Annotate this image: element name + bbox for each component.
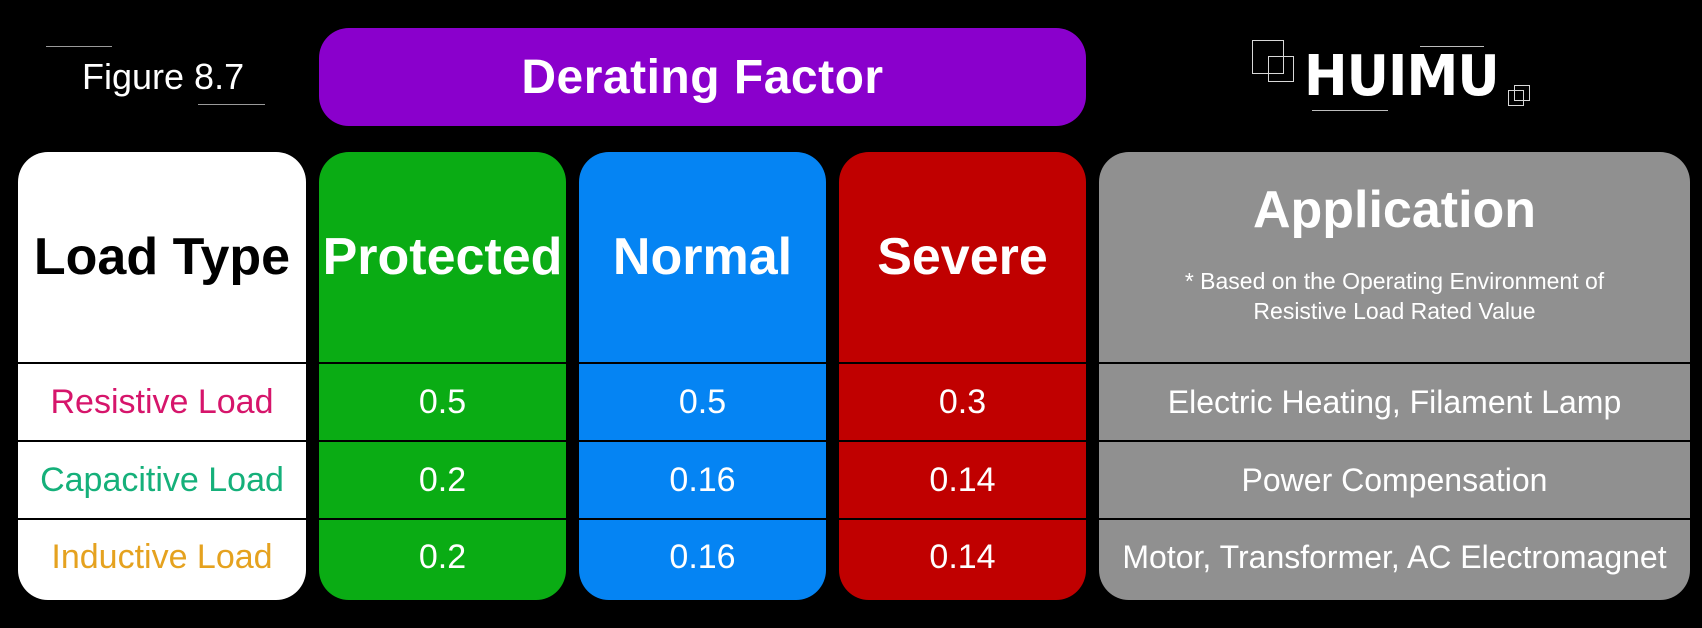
table-cell: Resistive Load [18,364,306,442]
application-column: Application * Based on the Operating Env… [1099,152,1690,600]
application-note: * Based on the Operating Environment of … [1184,268,1605,324]
application-header: Application [1252,181,1537,239]
protected-column: Protected 0.5 0.2 0.2 [319,152,566,600]
brand-logo: HUIMU [1250,38,1550,118]
table-cell: Motor, Transformer, AC Electromagnet [1122,538,1667,575]
normal-header: Normal [612,228,793,286]
severe-column: Severe 0.3 0.14 0.14 [839,152,1086,600]
load-type-header: Load Type [33,228,291,286]
load-type-column: Load Type Resistive Load Capacitive Load… [18,152,306,600]
table-cell: Electric Heating, Filament Lamp [1099,364,1690,442]
column-header: Load Type [18,152,306,364]
table-cell: 0.5 [579,364,826,442]
column-header: Protected [319,152,566,364]
load-type-capacitive: Capacitive Load [40,460,284,499]
severe-header: Severe [877,228,1048,286]
logo-wordmark: HUIMU [1304,44,1500,109]
table-cell: 0.2 [319,442,566,520]
table-cell: 0.5 [319,364,566,442]
table-cell: 0.14 [839,442,1086,520]
table-cell: 0.2 [418,537,467,576]
figure-number: Figure 8.7 [82,56,245,97]
column-header: Severe [839,152,1086,364]
table-cell: 0.16 [669,537,736,576]
table-cell: Power Compensation [1099,442,1690,520]
page-title: Derating Factor [521,50,884,104]
logo-square-icon [1268,56,1294,82]
table-cell: Inductive Load [18,520,306,600]
column-header: Application * Based on the Operating Env… [1099,152,1690,364]
logo-square-icon [1514,85,1530,101]
table-cell: 0.14 [929,537,996,576]
table-cell: 0.16 [579,442,826,520]
column-header: Normal [579,152,826,364]
decorative-line [198,104,265,105]
load-type-inductive: Inductive Load [51,537,273,576]
title-banner: Derating Factor [319,28,1086,126]
decorative-line [1312,110,1388,111]
figure-label: Figure 8.7 [40,44,280,108]
decorative-line [46,46,112,47]
table-cell: 0.3 [839,364,1086,442]
table-cell: Capacitive Load [18,442,306,520]
protected-header: Protected [322,228,563,286]
normal-column: Normal 0.5 0.16 0.16 [579,152,826,600]
load-type-resistive: Resistive Load [50,382,274,421]
